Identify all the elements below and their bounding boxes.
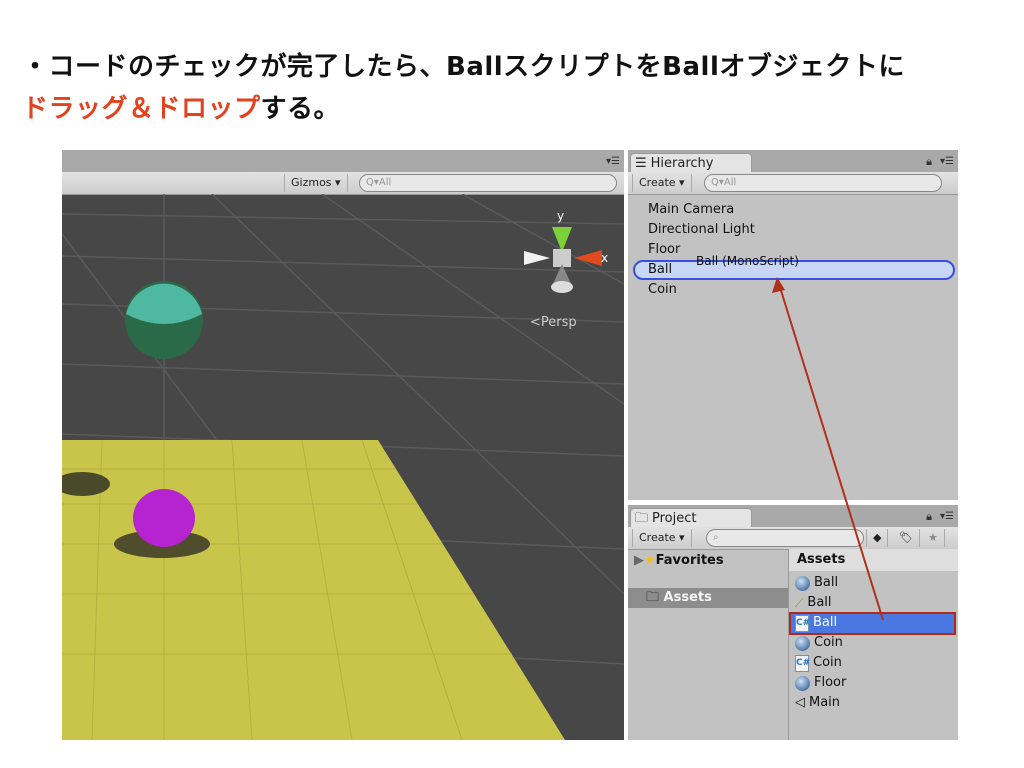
- asset-item-ball-script[interactable]: C# Ball: [795, 613, 837, 633]
- project-folder-tree: ▶★Favorites 🗀 Assets: [628, 549, 789, 740]
- panel-menu-icon[interactable]: ▾☰: [940, 156, 954, 167]
- asset-list: Ball ⟋ Ball C# Ball Coin C# Coin Floor ◁ Mai…: [789, 573, 958, 740]
- axis-y-label: y: [557, 209, 564, 223]
- unity-scene-icon: ◁: [795, 695, 805, 710]
- csharp-script-icon: C#: [795, 614, 810, 632]
- create-dropdown[interactable]: Create ▾: [632, 174, 692, 192]
- csharp-script-icon: C#: [795, 654, 810, 672]
- lock-icon[interactable]: 🔒︎: [926, 155, 932, 169]
- panel-menu-icon[interactable]: ▾☰: [606, 156, 620, 167]
- create-dropdown[interactable]: Create ▾: [632, 529, 692, 547]
- hierarchy-item[interactable]: Main Camera: [648, 202, 734, 217]
- persp-label: Persp: [541, 315, 577, 330]
- scene-view: ▾☰ Gizmos ▾ Q▾All y x <Persp: [62, 150, 624, 740]
- hierarchy-search-input[interactable]: Q▾All: [704, 174, 942, 192]
- slide-instruction-line2: ドラッグ＆ドロップする。: [22, 88, 340, 125]
- coin-object[interactable]: [133, 489, 195, 547]
- gizmos-dropdown[interactable]: Gizmos ▾: [284, 174, 348, 192]
- assets-header: Assets: [789, 549, 958, 571]
- project-panel: 🗀 Project 🔒︎ ▾☰ Create ▾ ⌕ ◆ 🏷︎ ★ ▶★Favor…: [628, 505, 958, 740]
- asset-item[interactable]: Floor: [795, 673, 846, 693]
- project-search-input[interactable]: ⌕: [706, 529, 864, 547]
- filter-by-type-icon[interactable]: ◆: [866, 529, 889, 547]
- instruction-rest: する。: [260, 94, 341, 124]
- asset-item[interactable]: C# Coin: [795, 653, 842, 673]
- floor-plane[interactable]: [62, 440, 565, 740]
- highlight-text: ドラッグ＆ドロップ: [22, 94, 261, 124]
- hierarchy-item[interactable]: Coin: [648, 282, 677, 297]
- list-icon: ☰: [635, 156, 647, 171]
- panel-menu-icon[interactable]: ▾☰: [940, 511, 954, 522]
- hierarchy-panel: ☰ Hierarchy 🔒︎ ▾☰ Create ▾ Q▾All Main Cam…: [628, 150, 958, 500]
- favorite-star-icon[interactable]: ★: [922, 529, 945, 547]
- scene-viewport[interactable]: y x <Persp: [62, 194, 624, 740]
- hierarchy-item[interactable]: Floor: [648, 242, 680, 257]
- asset-item[interactable]: Ball: [795, 573, 838, 593]
- asset-item[interactable]: ⟋ Ball: [795, 593, 832, 613]
- hierarchy-item[interactable]: Directional Light: [648, 222, 755, 237]
- tab-hierarchy[interactable]: ☰ Hierarchy: [630, 153, 752, 173]
- material-sphere-icon: [795, 575, 810, 591]
- material-sphere-icon: [795, 675, 810, 691]
- physic-material-icon: ⟋: [795, 596, 804, 610]
- favorites-item[interactable]: ▶★Favorites: [634, 553, 724, 568]
- axis-x-label: x: [601, 251, 608, 265]
- scene-toolbar: Gizmos ▾ Q▾All: [62, 172, 624, 195]
- svg-text:<Persp: <Persp: [530, 315, 577, 330]
- asset-item[interactable]: Coin: [795, 633, 843, 653]
- scene-title-bar: ▾☰: [62, 150, 624, 172]
- drag-label: Ball (MonoScript): [696, 254, 799, 268]
- scene-search-input[interactable]: Q▾All: [359, 174, 617, 192]
- tab-project[interactable]: 🗀 Project: [630, 508, 752, 528]
- filter-by-label-icon[interactable]: 🏷︎: [893, 529, 920, 547]
- folder-icon: 🗀: [635, 511, 649, 526]
- asset-item[interactable]: ◁ Main: [795, 693, 840, 713]
- assets-folder-item[interactable]: 🗀 Assets: [628, 588, 788, 608]
- material-sphere-icon: [795, 635, 810, 651]
- slide-instruction-line1: ・コードのチェックが完了したら、BallスクリプトをBallオブジェクトに: [22, 52, 905, 82]
- lock-icon[interactable]: 🔒︎: [926, 510, 932, 524]
- hierarchy-item-ball[interactable]: Ball: [648, 262, 672, 277]
